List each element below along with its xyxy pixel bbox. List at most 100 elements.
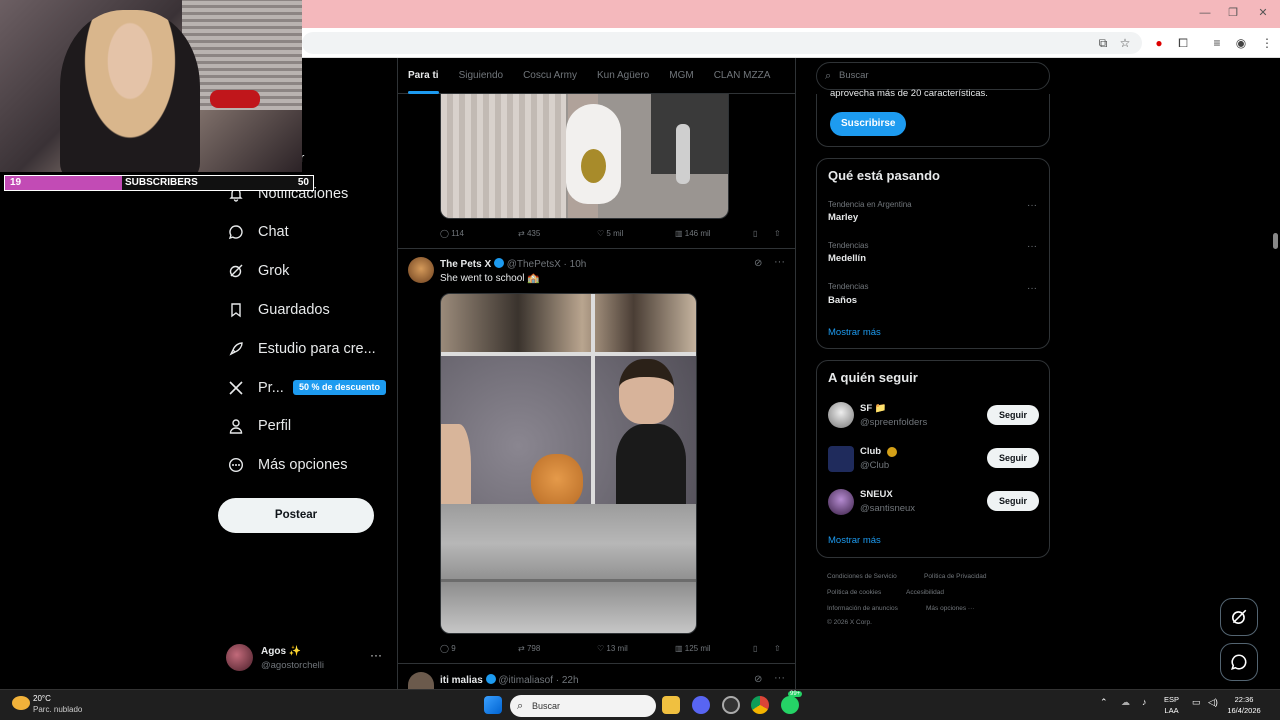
avatar[interactable] — [828, 402, 854, 428]
more-icon[interactable]: ··· — [1027, 283, 1037, 294]
tab-coscu-army[interactable]: Coscu Army — [513, 58, 587, 94]
follow-name[interactable]: Club — [860, 446, 881, 457]
bookmark-icon[interactable]: ▯ — [753, 229, 757, 238]
mic-icon[interactable]: ♪ — [1142, 697, 1147, 707]
author-handle[interactable]: @ThePetsX — [507, 259, 561, 270]
follow-button[interactable]: Seguir — [987, 405, 1039, 425]
avatar[interactable] — [828, 446, 854, 472]
more-options-link[interactable]: Más opciones ··· — [926, 605, 974, 612]
tab-clan-mzza[interactable]: CLAN MZZA — [704, 58, 781, 94]
chrome-icon[interactable] — [751, 696, 769, 714]
views-icon[interactable]: ▥ 125 mil — [675, 644, 711, 653]
nav-guardados[interactable]: Guardados — [228, 296, 330, 324]
nav-estudio[interactable]: Estudio para cre... — [228, 335, 376, 363]
follow-name[interactable]: SF 📁 — [860, 403, 887, 414]
grok-icon[interactable]: ⊘ — [754, 258, 762, 269]
nav-perfil[interactable]: Perfil — [228, 412, 291, 440]
menu-icon[interactable]: ⋮ — [1258, 34, 1276, 52]
accessibility-link[interactable]: Accesibilidad — [906, 589, 944, 596]
tweet-media-image[interactable] — [440, 94, 729, 219]
trend-name[interactable]: Baños — [828, 295, 857, 306]
author-name[interactable]: The Pets X — [440, 259, 491, 270]
show-more-follow-link[interactable]: Mostrar más — [828, 535, 881, 546]
trend-name[interactable]: Medellín — [828, 253, 866, 264]
views-icon[interactable]: ▥ 146 mil — [675, 229, 711, 238]
like-icon[interactable]: ♡ 5 mil — [597, 229, 623, 238]
post-button[interactable]: Postear — [218, 498, 374, 533]
retweet-icon[interactable]: ⇄ 435 — [518, 229, 540, 238]
more-icon[interactable]: ··· — [774, 256, 785, 268]
grok-icon[interactable]: ⊘ — [754, 674, 762, 685]
reply-icon[interactable]: ◯ 114 — [440, 229, 464, 238]
network-app-icon[interactable]: ☁ — [1121, 697, 1130, 708]
volume-icon[interactable]: ◁) — [1208, 697, 1218, 708]
display-icon[interactable]: ▭ — [1192, 697, 1201, 708]
more-icon[interactable]: ··· — [1027, 200, 1037, 211]
avatar[interactable] — [408, 257, 434, 283]
taskbar-search[interactable]: ⌕ Buscar — [510, 695, 656, 717]
scrollbar[interactable] — [1270, 58, 1280, 689]
clock-date: 16/4/2026 — [1227, 706, 1261, 715]
chat-fab-button[interactable] — [1220, 643, 1258, 681]
minimize-icon[interactable]: — — [1198, 6, 1212, 20]
privacy-link[interactable]: Política de Privacidad — [924, 573, 987, 580]
weather-icon[interactable] — [12, 696, 30, 710]
retweet-icon[interactable]: ⇄ 798 — [518, 644, 540, 653]
whatsapp-icon[interactable] — [781, 696, 799, 714]
avatar[interactable] — [828, 489, 854, 515]
reply-icon[interactable]: ◯ 9 — [440, 644, 456, 653]
follow-name[interactable]: SNEUX — [860, 489, 893, 500]
share-icon[interactable]: ⇧ — [774, 644, 781, 653]
tab-para-ti[interactable]: Para ti — [398, 58, 449, 94]
tweet-time[interactable]: · 10h — [564, 259, 587, 270]
weather-temp[interactable]: 20°C — [33, 694, 51, 703]
follow-button[interactable]: Seguir — [987, 491, 1039, 511]
share-icon[interactable]: ⇧ — [774, 229, 781, 238]
account-switcher[interactable]: Agos ✨ @agostorchelli ··· — [226, 644, 386, 674]
url-field[interactable] — [302, 32, 1142, 54]
grok-fab-button[interactable] — [1220, 598, 1258, 636]
more-icon[interactable]: ··· — [1027, 241, 1037, 252]
author-handle[interactable]: @itimaliasof — [498, 675, 553, 686]
author-name[interactable]: iti malias — [440, 675, 483, 686]
maximize-icon[interactable]: ❐ — [1226, 6, 1240, 20]
install-app-icon[interactable]: ⧉ — [1094, 34, 1112, 52]
follow-button[interactable]: Seguir — [987, 448, 1039, 468]
nav-premium[interactable]: Pr... — [228, 374, 284, 402]
opera-icon[interactable]: ● — [1150, 34, 1168, 52]
profile-avatar[interactable]: ◉ — [1232, 34, 1250, 52]
tab-kun-aguero[interactable]: Kun Agüero — [587, 58, 659, 94]
subscribe-button[interactable]: Suscribirse — [830, 112, 907, 136]
star-icon[interactable]: ☆ — [1116, 34, 1134, 52]
search-input[interactable]: ⌕ Buscar — [816, 62, 1050, 90]
windows-start-icon[interactable] — [484, 696, 502, 714]
tweet-time[interactable]: · 22h — [556, 675, 579, 686]
discord-icon[interactable] — [692, 696, 710, 714]
nav-grok[interactable]: Grok — [228, 257, 289, 285]
extensions-icon[interactable]: ⧠ — [1174, 34, 1192, 52]
tab-siguiendo[interactable]: Siguiendo — [449, 58, 513, 94]
more-icon[interactable]: ··· — [774, 672, 785, 684]
nav-chat[interactable]: Chat — [228, 218, 289, 246]
bookmark-icon[interactable]: ▯ — [753, 644, 757, 653]
language-indicator[interactable]: ESP LAA — [1164, 694, 1179, 716]
ads-info-link[interactable]: Información de anuncios — [827, 605, 898, 612]
tweet-media-image[interactable] — [440, 293, 697, 634]
trend-name[interactable]: Marley — [828, 212, 858, 223]
like-icon[interactable]: ♡ 13 mil — [597, 644, 628, 653]
clock[interactable]: 22:36 16/4/2026 — [1224, 694, 1264, 716]
terms-link[interactable]: Condiciones de Servicio — [827, 573, 897, 580]
scrollbar-thumb[interactable] — [1273, 233, 1278, 249]
show-more-trends-link[interactable]: Mostrar más — [828, 327, 881, 338]
person-photo — [619, 359, 674, 424]
avatar — [226, 644, 253, 671]
nav-mas-opciones[interactable]: Más opciones — [228, 451, 347, 479]
weather-desc[interactable]: Parc. nublado — [33, 705, 82, 714]
tab-mgm[interactable]: MGM — [659, 58, 703, 94]
close-icon[interactable]: ✕ — [1256, 6, 1270, 20]
obs-icon[interactable] — [722, 696, 740, 714]
chevron-up-icon[interactable]: ⌃ — [1100, 697, 1108, 708]
cookies-link[interactable]: Política de cookies — [827, 589, 881, 596]
file-explorer-icon[interactable] — [662, 696, 680, 714]
reading-list-icon[interactable]: ≡ — [1208, 34, 1226, 52]
